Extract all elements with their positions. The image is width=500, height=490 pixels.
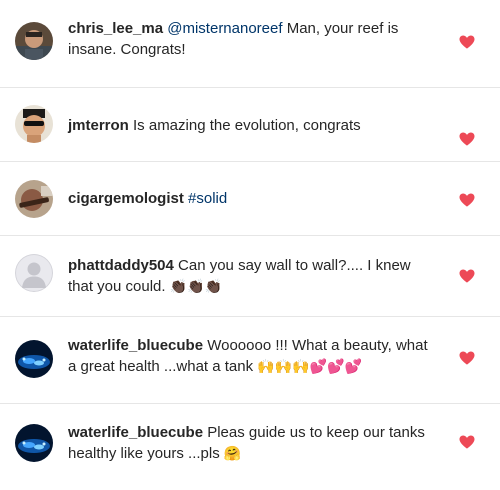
comment-row: jmterron Is amazing the evolution, congr… (0, 88, 500, 162)
like-heart-icon[interactable] (459, 35, 475, 49)
comment-list: chris_lee_ma @misternanoreef Man, your r… (0, 0, 500, 490)
comment-username[interactable]: chris_lee_ma (68, 20, 163, 37)
comment-username[interactable]: waterlife_bluecube (68, 337, 203, 354)
avatar[interactable] (15, 22, 53, 60)
comment-text: cigargemologist #solid (68, 188, 438, 209)
comment-username[interactable]: waterlife_bluecube (68, 424, 203, 441)
comment-emoji: 🤗 (223, 446, 242, 462)
comment-hashtag[interactable]: #solid (184, 190, 227, 207)
comment-row: waterlife_bluecube Pleas guide us to kee… (0, 404, 500, 490)
avatar[interactable] (15, 254, 53, 292)
avatar-image-icon (15, 105, 53, 143)
comment-username[interactable]: phattdaddy504 (68, 257, 174, 274)
avatar[interactable] (15, 340, 53, 378)
comment-row: chris_lee_ma @misternanoreef Man, your r… (0, 0, 500, 88)
default-avatar-icon (15, 254, 53, 292)
like-heart-icon[interactable] (459, 132, 475, 146)
comment-mention[interactable]: @misternanoreef (167, 20, 282, 37)
like-heart-icon[interactable] (459, 435, 475, 449)
like-heart-icon[interactable] (459, 351, 475, 365)
comment-text: phattdaddy504 Can you say wall to wall?.… (68, 255, 438, 298)
comment-row: waterlife_bluecube Woooooo !!! What a be… (0, 317, 500, 404)
comment-username[interactable]: cigargemologist (68, 190, 184, 207)
like-heart-icon[interactable] (459, 269, 475, 283)
like-heart-icon[interactable] (459, 193, 475, 207)
avatar-image-icon (15, 424, 53, 462)
comment-text: waterlife_bluecube Woooooo !!! What a be… (68, 335, 438, 378)
comment-message: Is amazing the evolution, congrats (128, 117, 361, 134)
comment-row: phattdaddy504 Can you say wall to wall?.… (0, 236, 500, 317)
avatar[interactable] (15, 105, 53, 143)
comment-row: cigargemologist #solid (0, 162, 500, 236)
comment-text: jmterron Is amazing the evolution, congr… (68, 115, 438, 136)
avatar-image-icon (15, 340, 53, 378)
avatar-image-icon (15, 22, 53, 60)
avatar[interactable] (15, 180, 53, 218)
avatar[interactable] (15, 424, 53, 462)
avatar-image-icon (15, 180, 53, 218)
comment-emoji: 👏🏿👏🏿👏🏿 (169, 279, 223, 295)
comment-username[interactable]: jmterron (68, 117, 129, 134)
comment-emoji: 🙌🙌🙌💕💕💕 (257, 359, 362, 375)
comment-text: chris_lee_ma @misternanoreef Man, your r… (68, 18, 438, 60)
comment-text: waterlife_bluecube Pleas guide us to kee… (68, 422, 438, 465)
